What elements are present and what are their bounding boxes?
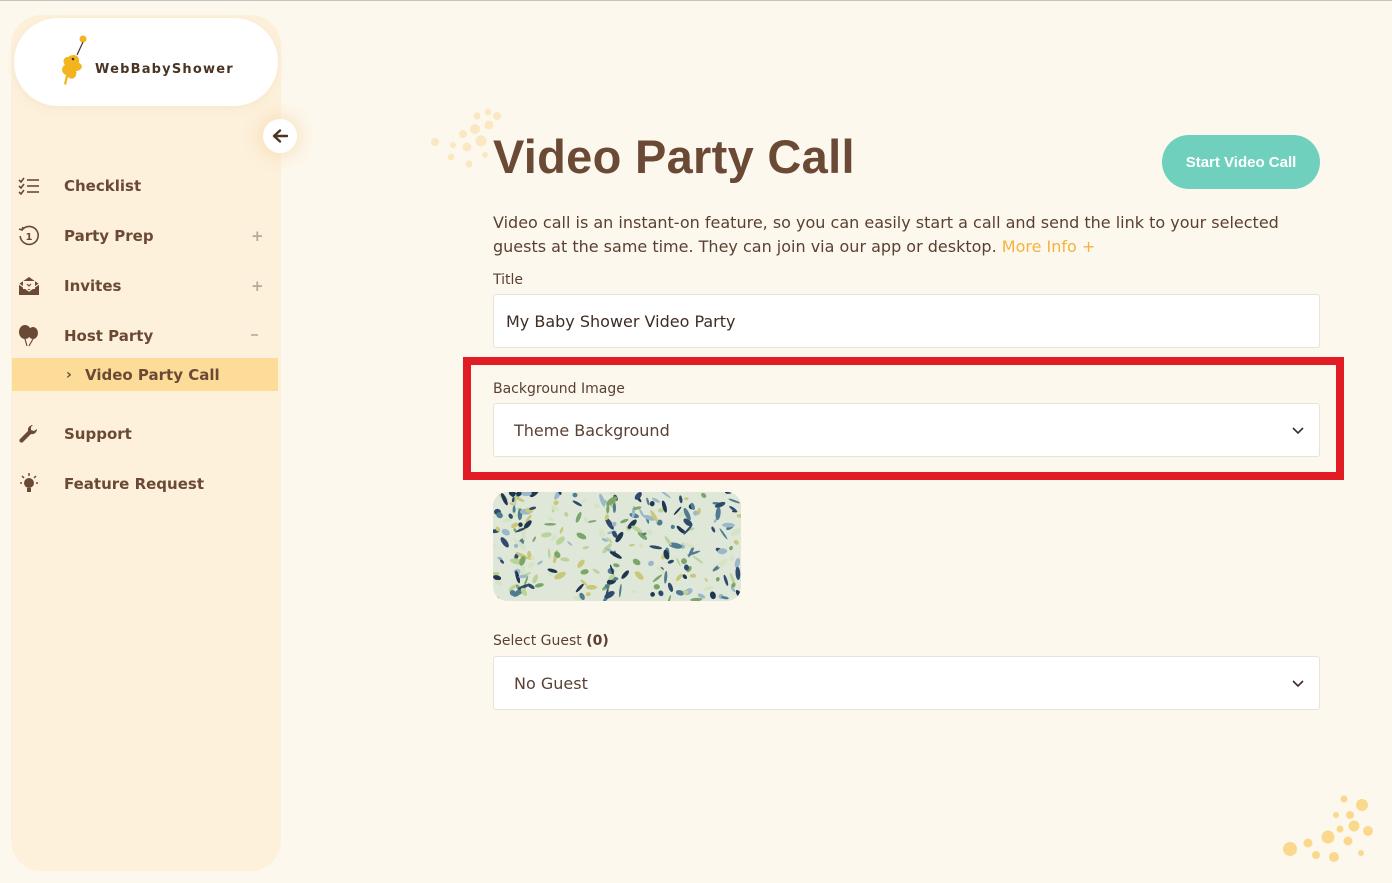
sidebar-item-label: Feature Request	[64, 475, 204, 493]
sidebar-subitem-label: Video Party Call	[85, 365, 220, 384]
sidebar-item-invites[interactable]: Invites +	[11, 266, 278, 306]
envelope-open-icon	[17, 274, 41, 298]
description-text: Video call is an instant-on feature, so …	[493, 213, 1279, 256]
select-guest-value: No Guest	[514, 673, 588, 693]
sidebar-item-party-prep[interactable]: 1 Party Prep +	[11, 216, 278, 256]
expand-icon[interactable]: +	[251, 227, 264, 245]
sidebar-item-support[interactable]: Support	[11, 414, 278, 454]
sidebar-item-checklist[interactable]: Checklist	[11, 166, 278, 206]
select-guest-select[interactable]: No Guest	[493, 656, 1320, 710]
sidebar-item-label: Party Prep	[64, 227, 154, 245]
sidebar: WebBabyShower Checklist 1 Party Prep + I…	[11, 15, 297, 871]
checklist-icon	[17, 174, 41, 198]
sidebar-item-host-party[interactable]: Host Party	[11, 316, 278, 356]
collapse-sidebar-button[interactable]	[263, 119, 297, 153]
sidebar-item-label: Support	[64, 425, 132, 443]
sidebar-item-label: Checklist	[64, 177, 142, 195]
lightbulb-icon	[17, 472, 41, 496]
decorative-dots-icon	[1283, 795, 1373, 862]
background-image-value: Theme Background	[514, 420, 670, 440]
wrench-icon	[17, 422, 41, 446]
background-image-label: Background Image	[493, 381, 625, 397]
chevron-right-icon: ›	[66, 366, 72, 383]
logo[interactable]: WebBabyShower	[14, 18, 278, 106]
select-guest-label: Select Guest (0)	[493, 633, 609, 649]
clock-history-icon: 1	[17, 224, 41, 248]
collapse-icon[interactable]	[251, 334, 258, 336]
chevron-down-icon	[1292, 680, 1304, 688]
page-title: Video Party Call	[493, 130, 855, 183]
balloons-icon	[17, 324, 41, 348]
sidebar-item-feature-request[interactable]: Feature Request	[11, 464, 278, 504]
chevron-down-icon	[1292, 427, 1304, 435]
title-label: Title	[493, 272, 524, 288]
more-info-link[interactable]: More Info +	[1002, 237, 1096, 256]
start-video-call-button[interactable]: Start Video Call	[1162, 135, 1320, 189]
select-guest-label-text: Select Guest	[493, 633, 582, 649]
sidebar-subitem-video-party-call[interactable]: › Video Party Call	[12, 358, 278, 391]
baby-logo-icon	[62, 35, 87, 85]
title-input[interactable]	[493, 294, 1320, 348]
svg-text:1: 1	[26, 232, 33, 243]
background-image-select[interactable]: Theme Background	[493, 403, 1320, 457]
expand-icon[interactable]: +	[251, 277, 264, 295]
background-preview-image	[493, 492, 741, 601]
brand-name: WebBabyShower	[95, 62, 234, 77]
description: Video call is an instant-on feature, so …	[493, 211, 1313, 259]
guest-count: (0)	[586, 633, 609, 649]
arrow-left-icon	[272, 129, 288, 143]
sidebar-item-label: Host Party	[64, 327, 154, 345]
sidebar-item-label: Invites	[64, 277, 122, 295]
